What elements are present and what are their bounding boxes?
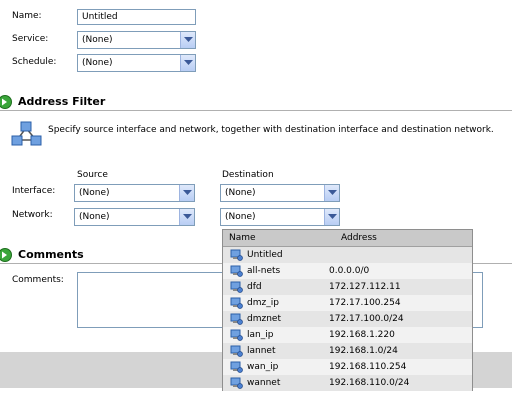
source-interface-value: (None) xyxy=(79,188,110,198)
item-address: 0.0.0.0/0 xyxy=(329,266,370,276)
item-name: all-nets xyxy=(247,266,281,276)
item-address: 172.127.112.11 xyxy=(329,282,401,292)
network-object-icon xyxy=(230,313,243,328)
destination-network-select[interactable]: (None) xyxy=(220,208,340,226)
schedule-label: Schedule: xyxy=(12,57,57,67)
item-name: lan_ip xyxy=(247,330,274,340)
item-address: 192.168.1.0/24 xyxy=(329,346,398,356)
network-dropdown-list[interactable]: Name Address Untitled all-nets 0.0.0.0/0 df… xyxy=(222,229,473,391)
section-title: Comments xyxy=(18,248,84,261)
item-address: 172.17.100.0/24 xyxy=(329,314,404,324)
list-item[interactable]: dmznet 172.17.100.0/24 xyxy=(223,311,472,327)
column-name-header: Name xyxy=(229,233,256,243)
list-item[interactable]: wan_ip 192.168.110.254 xyxy=(223,359,472,375)
service-label: Service: xyxy=(12,34,49,44)
item-address: 192.168.110.0/24 xyxy=(329,378,410,388)
column-address-header: Address xyxy=(341,233,377,243)
source-header: Source xyxy=(77,170,108,180)
section-title: Address Filter xyxy=(18,95,106,108)
chevron-down-icon[interactable] xyxy=(179,185,194,201)
address-filter-header: Address Filter xyxy=(0,94,512,110)
chevron-down-icon[interactable] xyxy=(180,55,195,71)
comments-label: Comments: xyxy=(12,275,64,285)
destination-interface-value: (None) xyxy=(225,188,256,198)
list-item[interactable]: all-nets 0.0.0.0/0 xyxy=(223,263,472,279)
schedule-value: (None) xyxy=(82,58,113,68)
divider xyxy=(0,110,512,111)
chevron-down-icon[interactable] xyxy=(180,32,195,48)
list-item[interactable]: dmz_ip 172.17.100.254 xyxy=(223,295,472,311)
dropdown-header: Name Address xyxy=(223,230,472,247)
address-filter-description: Specify source interface and network, to… xyxy=(48,125,494,135)
service-select[interactable]: (None) xyxy=(77,31,196,49)
item-address: 172.17.100.254 xyxy=(329,298,401,308)
destination-network-value: (None) xyxy=(225,212,256,222)
chevron-down-icon[interactable] xyxy=(324,185,339,201)
network-object-icon xyxy=(230,249,243,264)
list-item[interactable]: lan_ip 192.168.1.220 xyxy=(223,327,472,343)
item-address: 192.168.110.254 xyxy=(329,362,407,372)
service-value: (None) xyxy=(82,35,113,45)
network-object-icon xyxy=(230,345,243,360)
network-object-icon xyxy=(230,265,243,280)
name-label: Name: xyxy=(12,11,42,21)
network-object-icon xyxy=(230,377,243,392)
item-name: dfd xyxy=(247,282,262,292)
destination-interface-select[interactable]: (None) xyxy=(220,184,340,202)
list-item[interactable]: dfd 172.127.112.11 xyxy=(223,279,472,295)
schedule-select[interactable]: (None) xyxy=(77,54,196,72)
chevron-down-icon[interactable] xyxy=(179,209,194,225)
item-name: lannet xyxy=(247,346,276,356)
item-name: wannet xyxy=(247,378,281,388)
item-address: 192.168.1.220 xyxy=(329,330,395,340)
name-input[interactable]: Untitled xyxy=(77,9,196,25)
network-label: Network: xyxy=(12,210,53,220)
interface-label: Interface: xyxy=(12,186,56,196)
list-item[interactable]: lannet 192.168.1.0/24 xyxy=(223,343,472,359)
source-network-value: (None) xyxy=(79,212,110,222)
item-name: wan_ip xyxy=(247,362,279,372)
network-nodes-icon xyxy=(9,120,43,153)
network-object-icon xyxy=(230,361,243,376)
item-name: dmz_ip xyxy=(247,298,279,308)
network-object-icon xyxy=(230,281,243,296)
source-interface-select[interactable]: (None) xyxy=(74,184,195,202)
chevron-down-icon[interactable] xyxy=(324,209,339,225)
list-item[interactable]: wannet 192.168.110.0/24 xyxy=(223,375,472,391)
network-object-icon xyxy=(230,329,243,344)
item-name: Untitled xyxy=(247,250,283,260)
destination-header: Destination xyxy=(222,170,274,180)
list-item[interactable]: Untitled xyxy=(223,247,472,263)
source-network-select[interactable]: (None) xyxy=(74,208,195,226)
network-object-icon xyxy=(230,297,243,312)
item-name: dmznet xyxy=(247,314,281,324)
